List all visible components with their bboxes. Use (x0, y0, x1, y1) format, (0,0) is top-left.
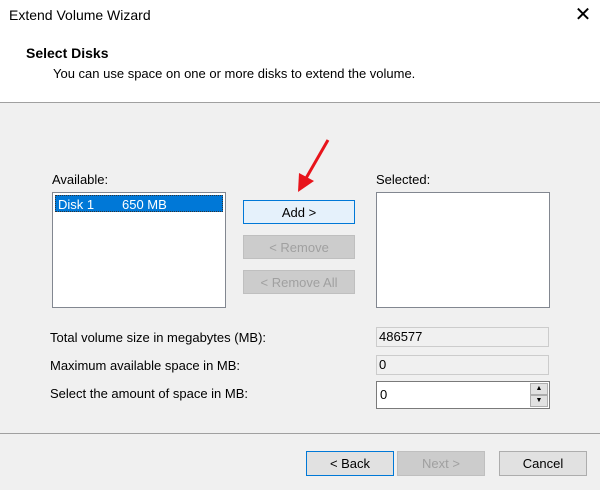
add-button[interactable]: Add > (243, 200, 355, 224)
cancel-button[interactable]: Cancel (499, 451, 587, 476)
disk-name: Disk 1 (58, 197, 95, 212)
footer-divider (0, 433, 600, 434)
window-title: Extend Volume Wizard (9, 7, 151, 23)
page-description: You can use space on one or more disks t… (53, 66, 416, 81)
total-size-label: Total volume size in megabytes (MB): (50, 330, 267, 345)
next-button[interactable]: Next > (397, 451, 485, 476)
spin-down-icon[interactable]: ▼ (530, 395, 548, 407)
available-listbox[interactable]: Disk 1 650 MB (52, 192, 226, 308)
disk-size: 650 MB (122, 197, 167, 212)
amount-label: Select the amount of space in MB: (50, 386, 248, 401)
annotation-arrow-icon (298, 139, 330, 192)
remove-button[interactable]: < Remove (243, 235, 355, 259)
spin-up-icon[interactable]: ▲ (530, 383, 548, 395)
amount-input[interactable]: 0 (376, 381, 550, 409)
max-space-field: 0 (376, 355, 549, 375)
page-heading: Select Disks (26, 45, 109, 61)
selected-label: Selected: (376, 172, 431, 187)
remove-all-button[interactable]: < Remove All (243, 270, 355, 294)
selected-listbox[interactable] (376, 192, 550, 308)
back-button[interactable]: < Back (306, 451, 394, 476)
max-space-label: Maximum available space in MB: (50, 358, 241, 373)
list-item[interactable]: Disk 1 650 MB (55, 195, 223, 212)
available-label: Available: (52, 172, 109, 187)
close-icon[interactable]: ✕ (573, 2, 593, 27)
total-size-field: 486577 (376, 327, 549, 347)
